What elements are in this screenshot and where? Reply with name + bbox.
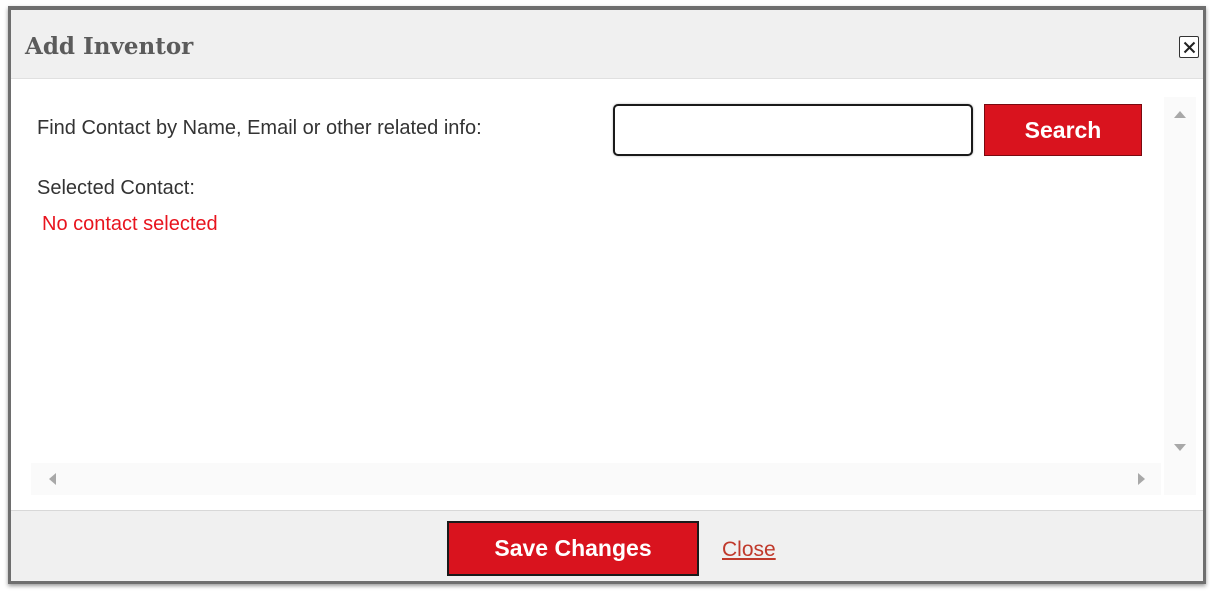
find-contact-label: Find Contact by Name, Email or other rel… — [37, 117, 482, 139]
horizontal-scrollbar[interactable] — [31, 463, 1161, 495]
scroll-up-arrow-icon[interactable] — [1174, 111, 1186, 118]
add-inventor-dialog: Add Inventor Find Contact by Name, Email… — [8, 6, 1206, 584]
dialog-title-bar: Add Inventor — [11, 10, 1203, 79]
search-button[interactable]: Search — [984, 104, 1142, 156]
dialog-content: Find Contact by Name, Email or other rel… — [31, 97, 1196, 495]
scroll-right-arrow-icon[interactable] — [1138, 473, 1145, 485]
scrollbar-corner — [1164, 463, 1196, 495]
scroll-left-arrow-icon[interactable] — [49, 473, 56, 485]
selected-contact-status: No contact selected — [42, 213, 218, 235]
contact-search-input[interactable] — [613, 104, 973, 156]
close-icon — [1183, 41, 1195, 53]
vertical-scrollbar[interactable] — [1164, 97, 1196, 463]
scroll-down-arrow-icon[interactable] — [1174, 444, 1186, 451]
close-link[interactable]: Close — [722, 538, 776, 562]
selected-contact-label: Selected Contact: — [37, 177, 195, 199]
dialog-title: Add Inventor — [25, 33, 194, 60]
content-scroll-area: Find Contact by Name, Email or other rel… — [31, 97, 1161, 463]
dialog-footer: Save Changes Close — [11, 510, 1203, 581]
close-x-icon[interactable] — [1179, 36, 1199, 58]
save-changes-button[interactable]: Save Changes — [447, 521, 699, 576]
